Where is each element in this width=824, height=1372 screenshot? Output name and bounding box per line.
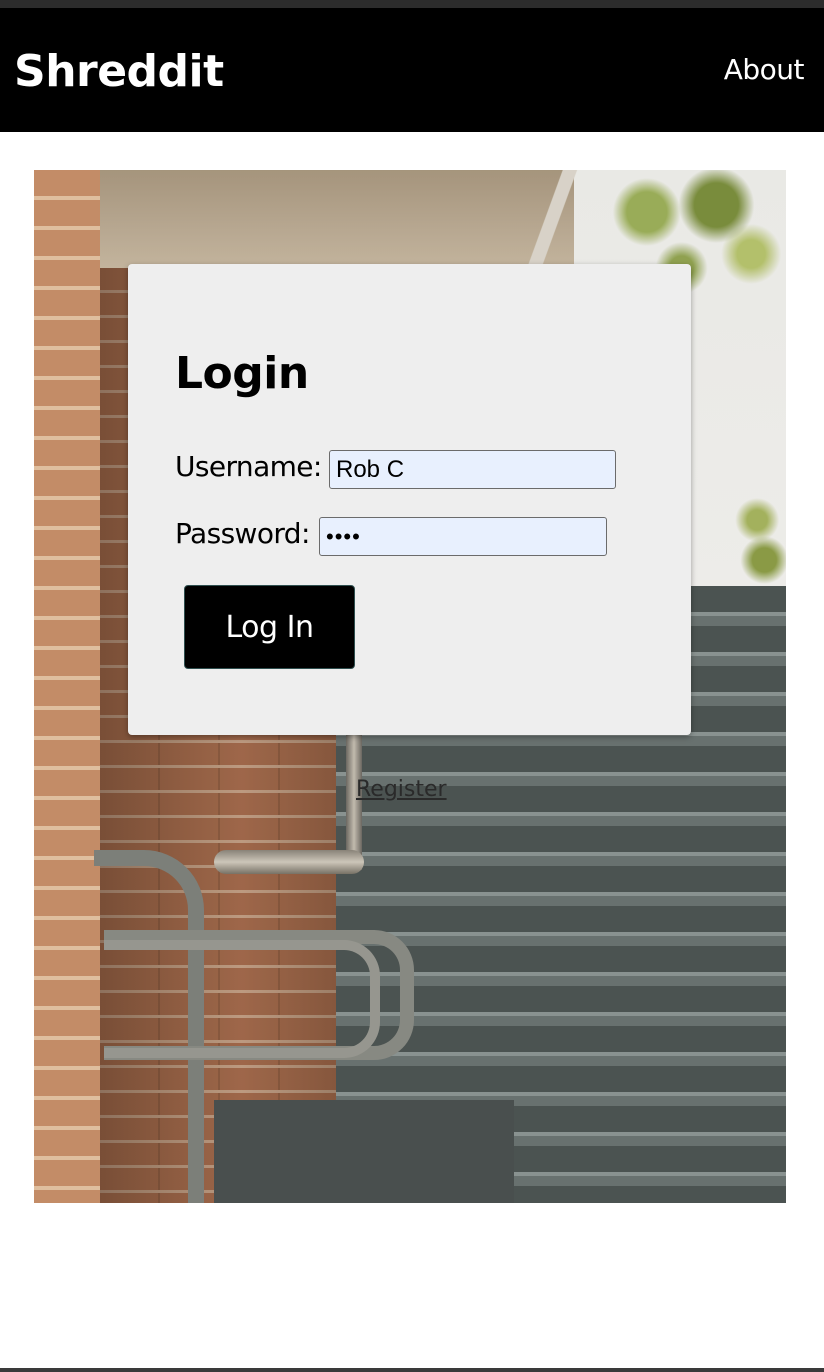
password-input[interactable] [319,517,607,556]
login-form-card: Login Username: Password: Log In [128,264,691,735]
username-input[interactable] [329,450,616,489]
password-label: Password: [175,517,310,550]
nav-about-link[interactable]: About [724,53,805,87]
bottom-border [0,1368,824,1372]
login-title: Login [175,348,309,399]
username-label: Username: [175,450,322,483]
login-button[interactable]: Log In [184,585,355,669]
navbar: Shreddit About [0,8,824,132]
brand-logo-link[interactable]: Shreddit [14,46,224,98]
browser-top-strip [0,0,824,8]
register-link[interactable]: Register [356,776,447,804]
